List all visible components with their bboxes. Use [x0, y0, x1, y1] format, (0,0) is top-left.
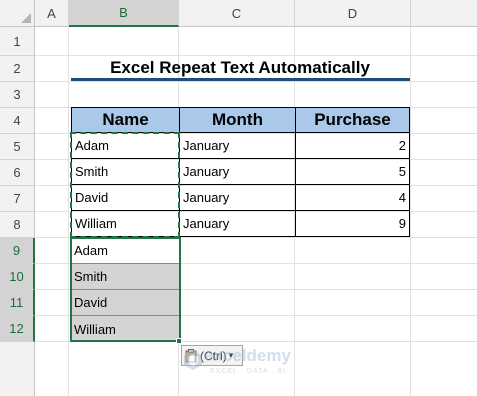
row-header-3[interactable]: 3 — [0, 82, 35, 108]
row-header-6[interactable]: 6 — [0, 160, 35, 186]
row-header-11[interactable]: 11 — [0, 290, 35, 316]
select-all-corner[interactable] — [0, 0, 35, 27]
cell-purchase[interactable]: 2 — [295, 132, 410, 159]
cell-month[interactable]: January — [179, 158, 296, 185]
title-underline — [71, 78, 410, 81]
fill-handle[interactable] — [176, 338, 182, 344]
row-header-2[interactable]: 2 — [0, 56, 35, 82]
row-header-5[interactable]: 5 — [0, 134, 35, 160]
column-header-c[interactable]: C — [179, 0, 295, 27]
column-header-b[interactable]: B — [69, 0, 179, 27]
cell-purchase[interactable]: 9 — [295, 210, 410, 237]
cell-purchase[interactable]: 4 — [295, 184, 410, 211]
row-header-9[interactable]: 9 — [0, 238, 35, 264]
cell-month[interactable]: January — [179, 132, 296, 159]
column-header-d[interactable]: D — [295, 0, 411, 27]
header-name[interactable]: Name — [71, 107, 180, 133]
watermark-tagline: EXCEL · DATA · BI — [210, 368, 286, 375]
row-header-12[interactable]: 12 — [0, 316, 35, 342]
watermark-name: exceldemy — [204, 346, 291, 365]
selection-border — [70, 237, 181, 342]
row-header-7[interactable]: 7 — [0, 186, 35, 212]
header-purchase[interactable]: Purchase — [295, 107, 410, 133]
row-header-1[interactable]: 1 — [0, 27, 35, 56]
sheet-title[interactable]: Excel Repeat Text Automatically — [69, 56, 411, 80]
row-header-13[interactable] — [0, 342, 35, 396]
exceldemy-watermark: exceldemy EXCEL · DATA · BI — [184, 346, 314, 382]
copy-marquee — [70, 132, 180, 238]
exceldemy-logo-icon — [184, 350, 202, 370]
row-header-10[interactable]: 10 — [0, 264, 35, 290]
row-header-4[interactable]: 4 — [0, 108, 35, 134]
cell-month[interactable]: January — [179, 210, 296, 237]
column-header-e[interactable] — [411, 0, 477, 27]
cell-month[interactable]: January — [179, 184, 296, 211]
column-header-a[interactable]: A — [35, 0, 69, 27]
row-header-8[interactable]: 8 — [0, 212, 35, 238]
cell-purchase[interactable]: 5 — [295, 158, 410, 185]
header-month[interactable]: Month — [179, 107, 296, 133]
